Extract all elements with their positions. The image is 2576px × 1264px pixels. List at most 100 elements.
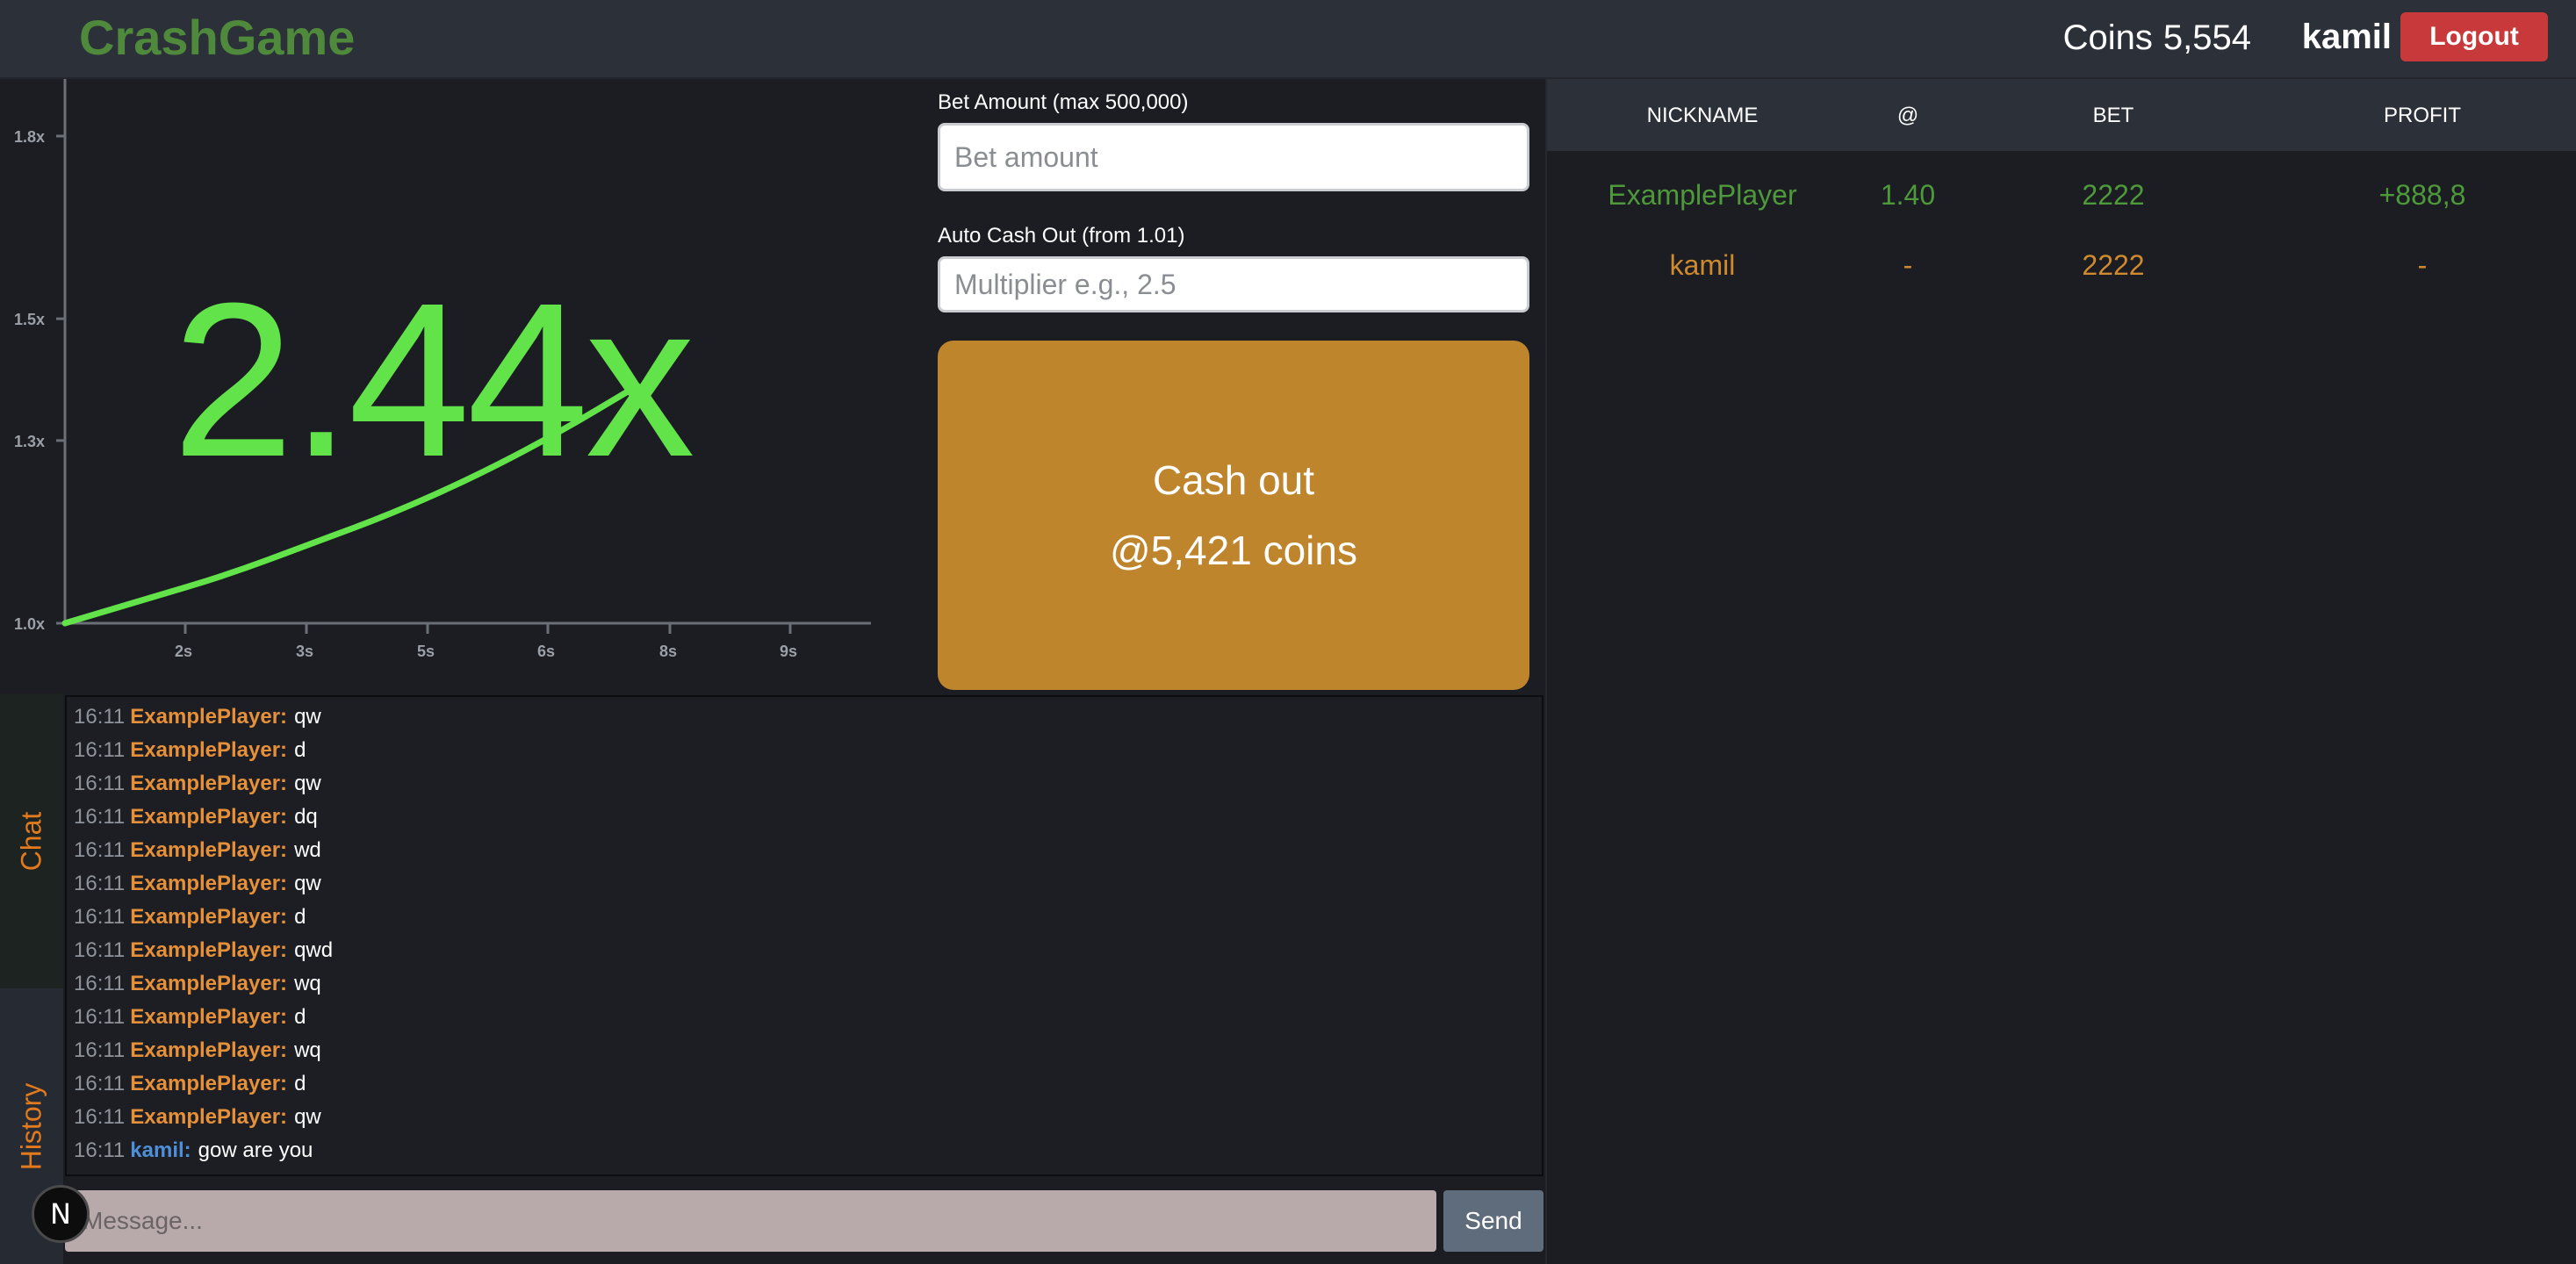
cell-nickname: kamil: [1669, 249, 1736, 281]
chat-message: 16:11 ExamplePlayer: d: [74, 1001, 306, 1034]
y-tick-label: 1.8x: [14, 128, 45, 146]
side-tabs: Chat History: [0, 693, 63, 1264]
x-tick-label: 2s: [175, 643, 192, 660]
message-author[interactable]: ExamplePlayer:: [130, 1038, 287, 1062]
message-input[interactable]: [65, 1190, 1436, 1252]
auto-cashout-label: Auto Cash Out (from 1.01): [938, 224, 1185, 248]
chat-message: 16:11 ExamplePlayer: qwd: [74, 934, 333, 967]
username[interactable]: kamil: [2302, 14, 2392, 60]
players-table: NICKNAME @ BET PROFIT ExamplePlayer 1.40…: [1545, 79, 2576, 1264]
logout-button[interactable]: Logout: [2400, 12, 2548, 61]
message-author[interactable]: ExamplePlayer:: [130, 738, 287, 762]
coin-balance: Coins 5,554: [2063, 16, 2251, 60]
cell-nickname: ExamplePlayer: [1608, 179, 1797, 211]
message-text: d: [294, 1005, 306, 1029]
message-time: 16:11: [74, 972, 126, 995]
chat-message: 16:11 ExamplePlayer: d: [74, 1067, 306, 1101]
cell-profit: +888,8: [2378, 179, 2466, 211]
chat-message: 16:11 ExamplePlayer: wq: [74, 967, 321, 1001]
message-author[interactable]: ExamplePlayer:: [130, 1105, 287, 1129]
message-author[interactable]: ExamplePlayer:: [130, 838, 287, 862]
cell-profit: -: [2417, 249, 2428, 281]
cash-out-button[interactable]: Cash out @5,421 coins: [938, 341, 1529, 690]
message-text: qw: [294, 705, 321, 729]
message-author[interactable]: ExamplePlayer:: [130, 872, 287, 895]
chat-message: 16:11 ExamplePlayer: qw: [74, 700, 321, 734]
coins-label: Coins: [2062, 18, 2153, 57]
tab-history-label: History: [15, 1082, 47, 1170]
cell-at: -: [1903, 249, 1913, 281]
send-button[interactable]: Send: [1443, 1190, 1543, 1252]
message-author[interactable]: kamil:: [130, 1138, 191, 1162]
message-time: 16:11: [74, 938, 126, 962]
cash-out-label: Cash out: [1152, 457, 1315, 503]
x-tick-label: 8s: [659, 643, 677, 660]
dev-badge[interactable]: N: [32, 1185, 90, 1243]
cash-out-amount: @5,421 coins: [1110, 528, 1357, 573]
message-time: 16:11: [74, 872, 126, 895]
message-time: 16:11: [74, 1038, 126, 1062]
message-author[interactable]: ExamplePlayer:: [130, 805, 287, 829]
message-time: 16:11: [74, 805, 126, 829]
col-profit: PROFIT: [2384, 104, 2461, 127]
col-at: @: [1896, 104, 1919, 127]
top-bar: CrashGame Coins 5,554 kamil Logout: [0, 0, 2576, 79]
cell-bet: 2222: [2082, 249, 2145, 281]
message-time: 16:11: [74, 738, 126, 762]
message-time: 16:11: [74, 772, 126, 795]
chat-message: 16:11 ExamplePlayer: qw: [74, 767, 321, 801]
table-header: NICKNAME @ BET PROFIT: [1547, 79, 2576, 151]
col-bet: BET: [2092, 104, 2134, 127]
message-text: d: [294, 738, 306, 762]
message-time: 16:11: [74, 1072, 126, 1095]
message-time: 16:11: [74, 1138, 126, 1162]
message-time: 16:11: [74, 705, 126, 729]
x-tick-label: 6s: [537, 643, 555, 660]
message-author[interactable]: ExamplePlayer:: [130, 1072, 287, 1095]
col-nickname: NICKNAME: [1646, 104, 1759, 127]
chat-log[interactable]: 16:11 ExamplePlayer: qw 16:11 ExamplePlayer:…: [65, 695, 1543, 1176]
bet-amount-input[interactable]: [938, 123, 1529, 191]
y-tick-label: 1.5x: [14, 311, 45, 328]
message-text: qw: [294, 772, 321, 795]
brand-logo[interactable]: CrashGame: [79, 7, 355, 68]
x-tick-label: 9s: [780, 643, 797, 660]
message-text: wq: [294, 972, 321, 995]
auto-cashout-input[interactable]: [938, 256, 1529, 312]
message-author[interactable]: ExamplePlayer:: [130, 905, 287, 929]
message-text: wd: [294, 838, 321, 862]
coins-value: 5,554: [2162, 18, 2251, 57]
message-text: d: [294, 905, 306, 929]
chat-message: 16:11 ExamplePlayer: wd: [74, 834, 321, 867]
message-text: qw: [294, 872, 321, 895]
chat-message: 16:11 ExamplePlayer: wq: [74, 1034, 321, 1067]
chat-message: 16:11 ExamplePlayer: qw: [74, 867, 321, 901]
crash-chart: 1.0x 1.3x 1.5x 1.8x 2s 3s 5s 6s 8s 9s 2.44x: [0, 79, 913, 690]
message-author[interactable]: ExamplePlayer:: [130, 772, 287, 795]
chat-message: 16:11 ExamplePlayer: d: [74, 734, 306, 767]
x-tick-label: 5s: [417, 643, 435, 660]
table-row: kamil - 2222 -: [1547, 230, 2576, 298]
chat-message: 16:11 ExamplePlayer: dq: [74, 801, 318, 834]
tab-chat[interactable]: Chat: [0, 693, 63, 988]
message-text: gow are you: [198, 1138, 313, 1162]
table-row: ExamplePlayer 1.40 2222 +888,8: [1547, 160, 2576, 228]
current-multiplier: 2.44x: [172, 257, 695, 502]
message-text: qw: [294, 1105, 321, 1129]
tab-chat-label: Chat: [15, 811, 47, 871]
message-text: d: [294, 1072, 306, 1095]
bet-amount-label: Bet Amount (max 500,000): [938, 90, 1189, 114]
cell-at: 1.40: [1880, 179, 1936, 211]
chat-message: 16:11 ExamplePlayer: qw: [74, 1101, 321, 1134]
message-author[interactable]: ExamplePlayer:: [130, 1005, 287, 1029]
message-author[interactable]: ExamplePlayer:: [130, 972, 287, 995]
x-tick-label: 3s: [296, 643, 313, 660]
chat-message: 16:11 kamil: gow are you: [74, 1134, 313, 1167]
message-text: qwd: [294, 938, 334, 962]
chat-message: 16:11 ExamplePlayer: d: [74, 901, 306, 934]
message-author[interactable]: ExamplePlayer:: [130, 938, 287, 962]
message-text: dq: [294, 805, 318, 829]
y-tick-label: 1.3x: [14, 433, 45, 450]
message-time: 16:11: [74, 905, 126, 929]
message-author[interactable]: ExamplePlayer:: [130, 705, 287, 729]
